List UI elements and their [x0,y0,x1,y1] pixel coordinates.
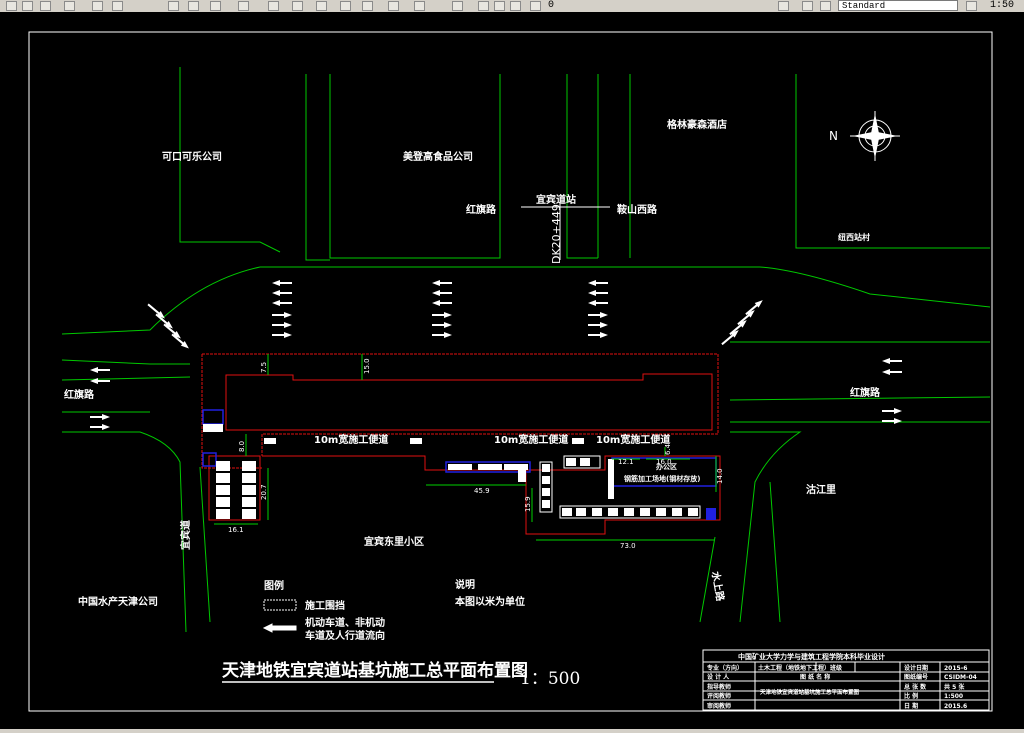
tool-palettes-icon[interactable] [316,1,327,11]
status-bar [0,729,1024,733]
drawing-canvas[interactable]: N 可口可乐公司 美登高食品公司 格林豪森酒店 纽西站村 红旗路 宜宾道站 鞍山… [0,12,1024,733]
label-yibin-road: 宜宾道 [179,520,192,550]
tb-cell: 图 纸 名 称 [800,673,830,681]
text-style-icon[interactable] [820,1,831,11]
label-hongkong-garden: 沽江里 [806,483,836,496]
label-anshan: 鞍山西路 [617,203,658,216]
legend-item-flow-1: 机动车道、非机动 [305,616,385,629]
calculator-icon[interactable] [388,1,399,11]
layer-make-current-icon[interactable] [802,1,813,11]
label-china-water: 中国水产天津公司 [78,595,158,608]
dim-text: 15.9 [524,496,532,512]
legend-item-fence: 施工围挡 [305,599,345,612]
tb-cell: 总 张 数 [904,683,927,691]
dim-text: 16.1 [228,526,244,534]
layer-sun-icon[interactable] [494,1,505,11]
open-icon[interactable] [6,1,17,11]
label-residential: 宜宾东里小区 [364,535,424,548]
tb-cell: 共 5 张 [944,683,965,691]
notes-line: 本图以米为单位 [455,595,525,608]
legend-title: 图例 [264,579,284,592]
layer-bulb-icon[interactable] [478,1,489,11]
label-temp-road-1: 10m宽施工便道 [314,433,388,446]
tb-cell: 天津地铁宜宾道站基坑施工总平面布置图 [760,688,860,696]
layer-previous-icon[interactable] [778,1,789,11]
label-processing-area: 钢筋加工场地(钢材存放) [624,474,700,483]
dim-text: 8.0 [238,441,246,452]
properties-icon[interactable] [268,1,279,11]
tb-cell: 日 期 [904,702,918,710]
scale-select[interactable]: 1:50 [990,0,1014,11]
title-block-header: 中国矿业大学力学与建筑工程学院本科毕业设计 [738,652,885,661]
tb-cell: 设计日期 [904,664,928,672]
match-properties-icon[interactable] [64,1,75,11]
dim-text: 73.0 [620,542,636,550]
label-village: 纽西站村 [838,232,870,242]
label-station-mileage: DK20+449 [550,204,563,264]
label-hongqi-right: 红旗路 [850,386,881,399]
dim-text: 12.1 [618,458,634,466]
tb-cell: 1:500 [944,693,963,700]
dim-text: 20.7 [260,484,268,500]
tb-cell: 2015.6 [944,703,967,710]
label-temp-road-3: 10m宽施工便道 [596,433,670,446]
design-center-icon[interactable] [292,1,303,11]
redo-icon[interactable] [112,1,123,11]
help-icon[interactable] [414,1,425,11]
tb-cell: 图纸编号 [904,673,928,681]
tb-cell: 专业（方向） [707,664,743,672]
tb-cell: 土木工程（地铁地下工程） [758,664,830,672]
text-style-select[interactable]: Standard [838,0,958,11]
drawing-scale: 1：500 [520,669,580,689]
markup-icon[interactable] [362,1,373,11]
sheet-set-icon[interactable] [340,1,351,11]
label-yibin-top: 宜宾道站 [536,193,576,206]
dim-style-icon[interactable] [966,1,977,11]
dim-text: 16.0 [656,458,672,466]
layer-manager-icon[interactable] [452,1,463,11]
zoom-realtime-icon[interactable] [188,1,199,11]
pan-icon[interactable] [168,1,179,11]
zoom-previous-icon[interactable] [238,1,249,11]
notes-title: 说明 [455,578,475,591]
label-hongqi-top: 红旗路 [466,203,497,216]
tb-cell: 指导教师 [707,683,731,691]
tb-cell: 比 例 [904,692,918,700]
legend-item-flow-2: 车道及人行道流向 [305,629,385,642]
tb-cell: 审阅教师 [707,702,731,710]
tb-cell: 设 计 人 [707,673,730,681]
save-icon[interactable] [22,1,33,11]
layer-select[interactable]: 0 [548,0,554,11]
label-hongqi-left: 红旗路 [64,388,95,401]
label-hotel: 格林豪森酒店 [667,118,727,131]
dim-text: 45.9 [474,487,490,495]
layer-color-icon[interactable] [530,1,541,11]
zoom-window-icon[interactable] [210,1,221,11]
dim-text: 14.0 [716,468,724,484]
tb-cell: 评阅教师 [707,692,731,700]
drawing-title: 天津地铁宜宾道站基坑施工总平面布置图 [222,660,528,681]
dim-text: 15.0 [363,358,371,374]
tb-cell: CSIDM-04 [944,674,977,681]
plot-icon[interactable] [40,1,51,11]
dim-text: 7.5 [260,362,268,373]
label-food-co: 美登高食品公司 [403,150,473,163]
label-coca-cola: 可口可乐公司 [162,150,222,163]
dim-text: 6.4 [664,443,672,455]
tb-cell: 2015-6 [944,665,967,672]
undo-icon[interactable] [92,1,103,11]
layer-lock-icon[interactable] [510,1,521,11]
label-temp-road-2: 10m宽施工便道 [494,433,568,446]
tb-cell: 班级 [830,664,842,672]
north-label: N [829,129,838,143]
